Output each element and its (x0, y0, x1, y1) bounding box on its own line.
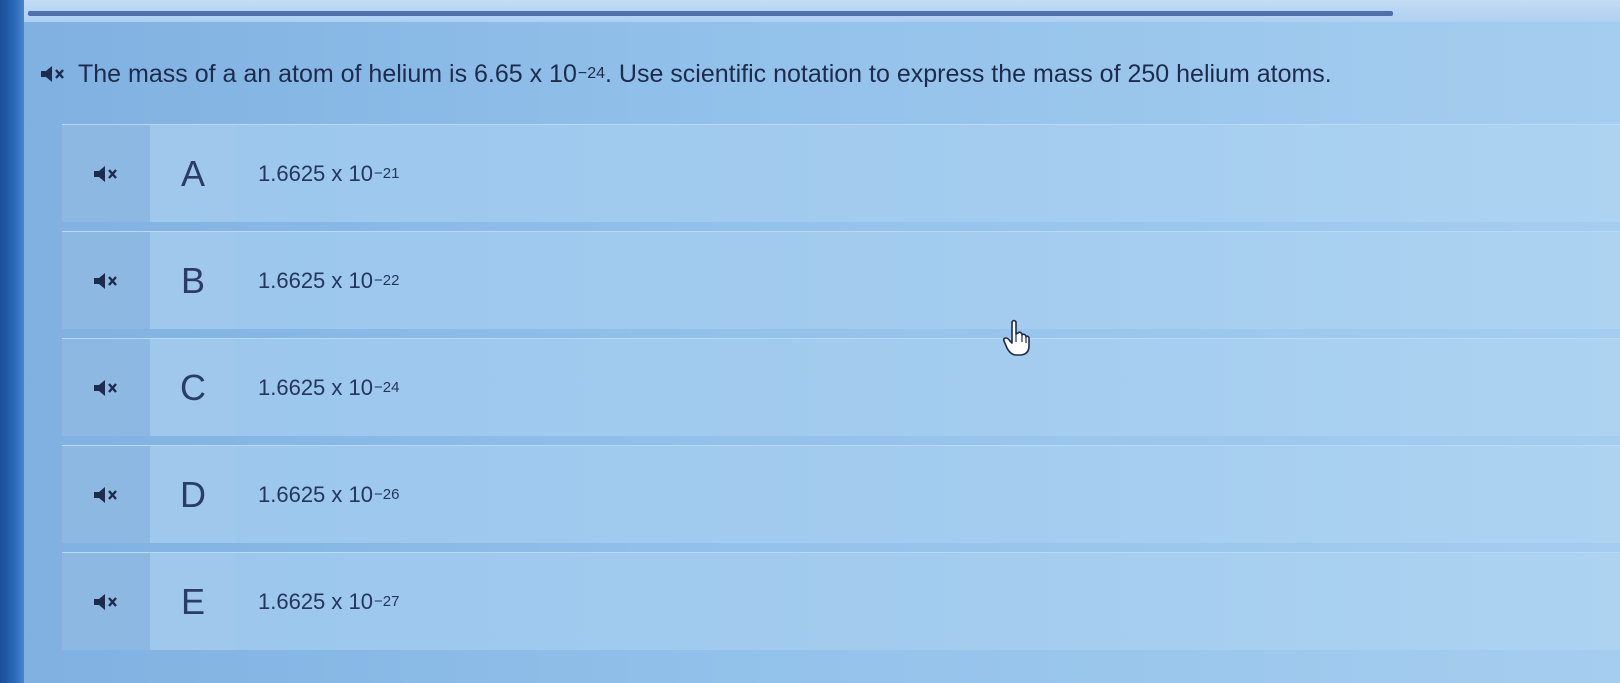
answer-letter: B (150, 232, 236, 329)
answer-option-e[interactable]: E 1.6625 x 10 −27 (62, 552, 1620, 650)
answer-base: 1.6625 x 10 (258, 481, 373, 507)
answer-list: A 1.6625 x 10 −21 B 1.6625 x 10 −22 C 1.66… (62, 124, 1620, 659)
answer-value: 1.6625 x 10 −26 (236, 482, 399, 508)
answer-option-d[interactable]: D 1.6625 x 10 −26 (62, 445, 1620, 543)
speaker-muted-icon[interactable] (40, 64, 66, 84)
answer-letter: C (150, 339, 236, 436)
answer-base: 1.6625 x 10 (258, 160, 373, 186)
question-prompt: The mass of a an atom of helium is 6.65 … (40, 48, 1580, 100)
answer-base: 1.6625 x 10 (258, 374, 373, 400)
question-text-after: . Use scientific notation to express the… (605, 59, 1332, 88)
speaker-muted-icon[interactable] (62, 125, 150, 222)
top-divider (28, 11, 1393, 16)
answer-value: 1.6625 x 10 −22 (236, 268, 399, 294)
answer-base: 1.6625 x 10 (258, 588, 373, 614)
hand-pointer-icon (1002, 318, 1032, 358)
answer-exponent: −27 (373, 593, 400, 610)
speaker-muted-icon[interactable] (62, 232, 150, 329)
answer-letter: D (150, 446, 236, 543)
answer-option-a[interactable]: A 1.6625 x 10 −21 (62, 124, 1620, 222)
speaker-muted-icon[interactable] (62, 339, 150, 436)
speaker-muted-icon[interactable] (62, 446, 150, 543)
answer-exponent: −26 (373, 486, 400, 503)
speaker-muted-icon[interactable] (62, 553, 150, 650)
answer-option-c[interactable]: C 1.6625 x 10 −24 (62, 338, 1620, 436)
answer-letter: E (150, 553, 236, 650)
answer-base: 1.6625 x 10 (258, 267, 373, 293)
question-exponent: −24 (577, 65, 606, 82)
answer-value: 1.6625 x 10 −21 (236, 161, 399, 187)
screen: The mass of a an atom of helium is 6.65 … (0, 0, 1620, 683)
answer-value: 1.6625 x 10 −27 (236, 589, 399, 615)
answer-exponent: −22 (373, 272, 400, 289)
answer-exponent: −24 (373, 379, 400, 396)
answer-exponent: −21 (373, 165, 400, 182)
question-text-before: The mass of a an atom of helium is 6.65 … (78, 59, 577, 88)
left-bezel (0, 0, 24, 683)
answer-option-b[interactable]: B 1.6625 x 10 −22 (62, 231, 1620, 329)
answer-value: 1.6625 x 10 −24 (236, 375, 399, 401)
answer-letter: A (150, 125, 236, 222)
